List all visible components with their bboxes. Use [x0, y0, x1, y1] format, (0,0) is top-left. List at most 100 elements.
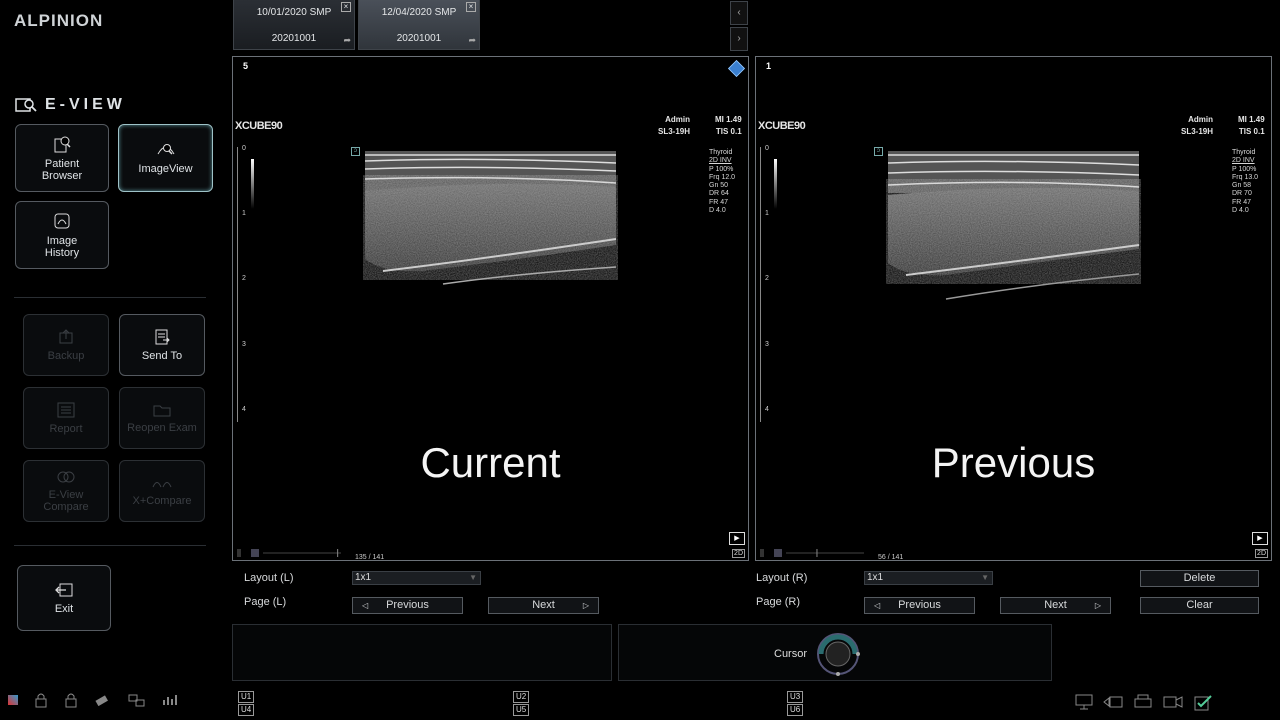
reopen-exam-button[interactable]: Reopen Exam: [119, 387, 205, 449]
index-info: MI 1.49 TIS 0.1: [715, 114, 742, 138]
patient-browser-icon: [54, 136, 71, 152]
imageview-icon: [157, 143, 174, 155]
scale-label: 3: [242, 341, 246, 348]
page-l-next-button[interactable]: Next ▷: [488, 597, 599, 614]
image-history-icon: [54, 213, 70, 228]
imageview-button[interactable]: ImageView: [118, 124, 213, 192]
eview-compare-icon: [57, 471, 75, 482]
3d-cube-icon[interactable]: [728, 60, 745, 77]
chevron-right-icon[interactable]: ›: [730, 27, 748, 51]
scale-label: 0: [242, 145, 246, 152]
u5-key[interactable]: U5: [513, 704, 530, 716]
right-image-pane[interactable]: 1 XCUBE90 Admin SL3-19H MI 1.49 TIS 0.1 …: [755, 56, 1272, 561]
checklist-icon[interactable]: [1193, 694, 1213, 712]
exit-icon: [55, 583, 73, 596]
gray-bar: [251, 159, 254, 209]
user-name: Admin: [665, 115, 691, 124]
param: DR 70: [1232, 190, 1252, 198]
video-icon[interactable]: [1163, 694, 1183, 710]
user-probe-info: Admin SL3-19H: [658, 114, 690, 138]
eview-compare-button[interactable]: E-View Compare: [23, 460, 109, 522]
report-button[interactable]: Report: [23, 387, 109, 449]
network-icon[interactable]: [128, 693, 146, 707]
scale-label: 3: [765, 341, 769, 348]
xcompare-button[interactable]: X+Compare: [119, 460, 205, 522]
monitor-icon[interactable]: [1075, 694, 1093, 710]
clear-button[interactable]: Clear: [1140, 597, 1259, 614]
param: 2D INV: [1232, 157, 1255, 165]
cine-handle[interactable]: [251, 549, 259, 557]
study-date: 10/01/2020 SMP: [256, 7, 332, 18]
close-icon[interactable]: ×: [341, 2, 351, 12]
scale-label: 1: [765, 210, 769, 217]
left-image-pane[interactable]: 5 XCUBE90 Admin SL3-19H MI 1.49 TIS 0.1 …: [232, 56, 749, 561]
layout-l-value: 1x1: [355, 572, 372, 583]
usb-icon[interactable]: [94, 693, 112, 707]
param: D 4.0: [709, 207, 726, 215]
next-label: Next: [532, 599, 555, 611]
send-to-button[interactable]: Send To: [119, 314, 205, 376]
page-l-previous-button[interactable]: ◁ Previous: [352, 597, 463, 614]
report-icon: [57, 402, 75, 417]
orientation-marker-icon: ↄ: [874, 147, 883, 156]
patient-browser-button[interactable]: Patient Browser: [15, 124, 109, 192]
u4-key[interactable]: U4: [238, 704, 255, 716]
study-date: 12/04/2020 SMP: [381, 7, 457, 18]
param: P 100%: [709, 165, 734, 173]
lock-a-icon[interactable]: [64, 692, 78, 708]
chart-icon[interactable]: [162, 693, 180, 707]
mode-badge: 2D: [732, 549, 745, 558]
status-icons: [8, 692, 180, 708]
param: FR 47: [1232, 198, 1252, 206]
export-icon[interactable]: ➦: [468, 35, 476, 46]
ultrasound-image: [364, 151, 617, 285]
backup-button[interactable]: Backup: [23, 314, 109, 376]
u1-key[interactable]: U1: [238, 691, 255, 703]
layout-r-select[interactable]: 1x1 ▼: [864, 571, 993, 585]
ultrasound-image: [887, 151, 1140, 300]
folder-icon: [153, 405, 171, 416]
divider: [14, 297, 206, 298]
eview-compare-label: E-View Compare: [43, 488, 89, 513]
printer-icon[interactable]: [1133, 694, 1153, 710]
xcompare-label: X+Compare: [132, 494, 192, 507]
lock-icon[interactable]: [34, 692, 48, 708]
layout-l-select[interactable]: 1x1 ▼: [352, 571, 481, 585]
probe-name: SL3-19H: [1181, 127, 1214, 136]
cine-slider[interactable]: [237, 549, 345, 557]
backup-label: Backup: [47, 349, 85, 362]
overlay-label: Previous: [931, 439, 1096, 486]
exit-button[interactable]: Exit: [17, 565, 111, 631]
app-status-icon: [8, 695, 18, 705]
cine-handle[interactable]: [774, 549, 782, 557]
param: Frq 13.0: [1232, 173, 1259, 181]
scale-label: 0: [765, 145, 769, 152]
cine-slider[interactable]: [760, 549, 868, 557]
trackball-icon[interactable]: [813, 630, 863, 680]
page-r-previous-button[interactable]: ◁ Previous: [864, 597, 975, 614]
alpinion-logo: ALPINION: [14, 11, 104, 30]
close-icon[interactable]: ×: [466, 2, 476, 12]
study-tab-1[interactable]: 10/01/2020 SMP 20201001 × ➦: [233, 0, 355, 50]
scale-label: 4: [242, 406, 246, 413]
image-history-button[interactable]: Image History: [15, 201, 109, 269]
scan-params: Thyroid 2D INV P 100% Frq 12.0 Gn 50 DR …: [709, 149, 735, 215]
play-icon[interactable]: ▶: [729, 532, 745, 545]
param: Gn 58: [1232, 182, 1252, 190]
u3-key[interactable]: U3: [787, 691, 804, 703]
play-icon[interactable]: ▶: [1252, 532, 1268, 545]
u6-key[interactable]: U6: [787, 704, 804, 716]
delete-button[interactable]: Delete: [1140, 570, 1259, 587]
page-r-next-button[interactable]: Next ▷: [1000, 597, 1111, 614]
chevron-left-icon[interactable]: ‹: [730, 1, 748, 25]
u2-key[interactable]: U2: [513, 691, 530, 703]
tis-value: TIS 0.1: [1238, 127, 1265, 136]
triangle-right-icon: ▷: [582, 601, 589, 610]
device-brand: XCUBE90: [758, 120, 806, 132]
depth-scale: 0 1 2 3 4: [760, 145, 780, 422]
export-icon[interactable]: ➦: [343, 35, 351, 46]
study-tab-2[interactable]: 12/04/2020 SMP 20201001 × ➦: [358, 0, 480, 50]
mode-badge: 2D: [1255, 549, 1268, 558]
param: Thyroid: [709, 149, 733, 156]
transfer-icon[interactable]: [1103, 694, 1123, 710]
